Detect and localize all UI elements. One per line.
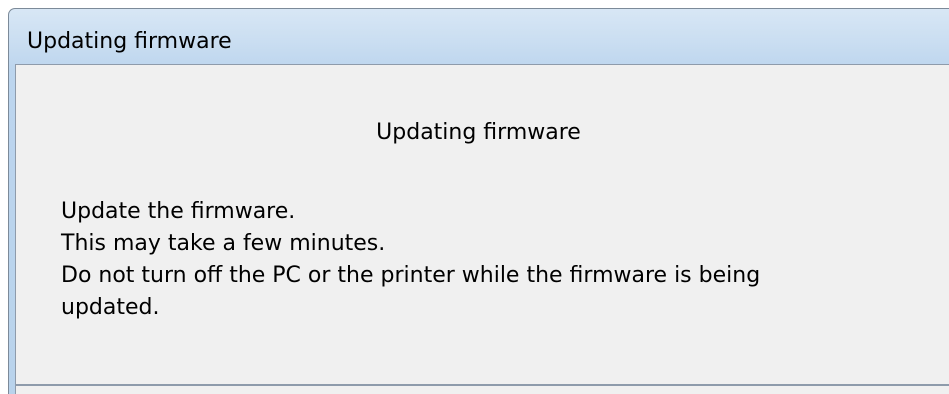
message-text: Update the firmware. This may take a few… (61, 196, 921, 324)
message-line: Do not turn off the PC or the printer wh… (61, 263, 761, 288)
dialog-content: Updating firmware Update the firmware. T… (15, 64, 949, 394)
dialog-bottom-border (15, 384, 949, 386)
dialog-header: Updating firmware (376, 120, 581, 145)
window-title: Updating firmware (27, 29, 232, 54)
message-line: Update the firmware. (61, 199, 296, 224)
message-line: This may take a few minutes. (61, 231, 386, 256)
message-line: updated. (61, 295, 160, 320)
